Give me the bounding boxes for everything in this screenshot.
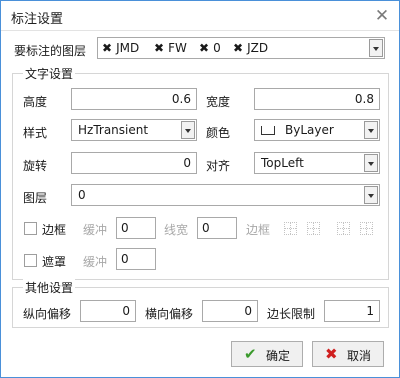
layer-tag-label: JMD: [116, 41, 140, 55]
remove-tag-icon[interactable]: ✖: [102, 41, 112, 55]
border-style-label: 边框: [246, 223, 271, 237]
width-label: 宽度: [206, 95, 231, 109]
mask-checkbox[interactable]: [24, 254, 37, 267]
mask-buffer-input[interactable]: 0: [116, 248, 156, 270]
chevron-down-icon[interactable]: [181, 121, 195, 139]
edge-limit-value: 1: [366, 304, 374, 318]
layer-tag-label: JZD: [247, 41, 269, 55]
label-settings-dialog: 标注设置 ✕ 要标注的图层 ✖ JMD ✖ FW ✖ 0 ✖ JZD 文字设置 高度 0…: [0, 0, 400, 378]
remove-tag-icon[interactable]: ✖: [233, 41, 243, 55]
mask-label: 遮罩: [42, 255, 67, 269]
text-settings-legend: 文字设置: [23, 65, 76, 82]
border-inner-icon[interactable]: [337, 222, 350, 235]
linewidth-input[interactable]: 0: [197, 217, 237, 239]
vertical-offset-value: 0: [122, 304, 130, 318]
color-value: ByLayer: [285, 123, 334, 137]
cancel-x-icon: ✖: [325, 345, 338, 363]
border-checkbox[interactable]: [24, 222, 37, 235]
title-bar: 标注设置 ✕: [1, 1, 399, 31]
buffer-label: 缓冲: [83, 223, 108, 237]
height-label: 高度: [23, 95, 48, 109]
layer-tag-label: FW: [168, 41, 187, 55]
height-value: 0.6: [171, 92, 191, 106]
layer-tag-jzd: ✖ JZD: [233, 41, 268, 55]
linewidth-label: 线宽: [164, 223, 189, 237]
ok-button-label: 确定: [266, 349, 291, 363]
layer-select[interactable]: 0: [71, 184, 380, 206]
remove-tag-icon[interactable]: ✖: [199, 41, 209, 55]
layer-tag-0: ✖ 0: [199, 41, 221, 55]
width-value: 0.8: [354, 92, 374, 106]
mask-buffer-label: 缓冲: [83, 255, 108, 269]
cancel-button-label: 取消: [347, 349, 372, 363]
style-label: 样式: [23, 126, 48, 140]
remove-tag-icon[interactable]: ✖: [154, 41, 164, 55]
layer-tag-fw: ✖ FW: [154, 41, 187, 55]
vertical-offset-input[interactable]: 0: [80, 300, 136, 322]
buffer-input[interactable]: 0: [116, 217, 156, 239]
linewidth-value: 0: [202, 221, 210, 235]
vertical-offset-label: 纵向偏移: [23, 307, 72, 321]
horizontal-offset-label: 横向偏移: [145, 307, 194, 321]
height-input[interactable]: 0.6: [71, 88, 197, 110]
color-select[interactable]: ByLayer: [254, 119, 380, 141]
chevron-down-icon[interactable]: [369, 39, 383, 57]
checkmark-icon: ✔: [244, 345, 257, 363]
chevron-down-icon[interactable]: [364, 121, 378, 139]
rotation-value: 0: [183, 156, 191, 170]
edge-limit-input[interactable]: 1: [324, 300, 380, 322]
other-settings-legend: 其他设置: [23, 279, 76, 296]
align-value: TopLeft: [261, 156, 304, 170]
width-input[interactable]: 0.8: [254, 88, 380, 110]
layers-multiselect[interactable]: ✖ JMD ✖ FW ✖ 0 ✖ JZD: [97, 37, 385, 59]
style-select[interactable]: HzTransient: [71, 119, 197, 141]
cancel-button[interactable]: ✖ 取消: [312, 341, 384, 367]
mask-buffer-value: 0: [121, 252, 129, 266]
edge-limit-label: 边长限制: [267, 307, 316, 321]
align-label: 对齐: [206, 159, 231, 173]
color-swatch-icon: [261, 126, 275, 135]
layers-label: 要标注的图层: [14, 44, 87, 58]
ok-button[interactable]: ✔ 确定: [231, 341, 303, 367]
layer-label: 图层: [23, 191, 48, 205]
layer-tag-label: 0: [213, 41, 221, 55]
close-icon[interactable]: ✕: [371, 5, 393, 27]
dialog-title: 标注设置: [11, 12, 64, 27]
border-outer-icon[interactable]: [307, 222, 320, 235]
rotation-input[interactable]: 0: [71, 152, 197, 174]
color-label: 颜色: [206, 126, 231, 140]
style-value: HzTransient: [78, 123, 149, 137]
horizontal-offset-input[interactable]: 0: [202, 300, 258, 322]
buffer-value: 0: [121, 221, 129, 235]
border-label: 边框: [42, 223, 67, 237]
horizontal-offset-value: 0: [244, 304, 252, 318]
chevron-down-icon[interactable]: [364, 154, 378, 172]
align-select[interactable]: TopLeft: [254, 152, 380, 174]
border-all-icon[interactable]: [284, 222, 297, 235]
border-none-icon[interactable]: [360, 222, 373, 235]
layer-value: 0: [78, 188, 86, 202]
layer-tag-jmd: ✖ JMD: [102, 41, 139, 55]
chevron-down-icon[interactable]: [364, 186, 378, 204]
rotation-label: 旋转: [23, 159, 48, 173]
